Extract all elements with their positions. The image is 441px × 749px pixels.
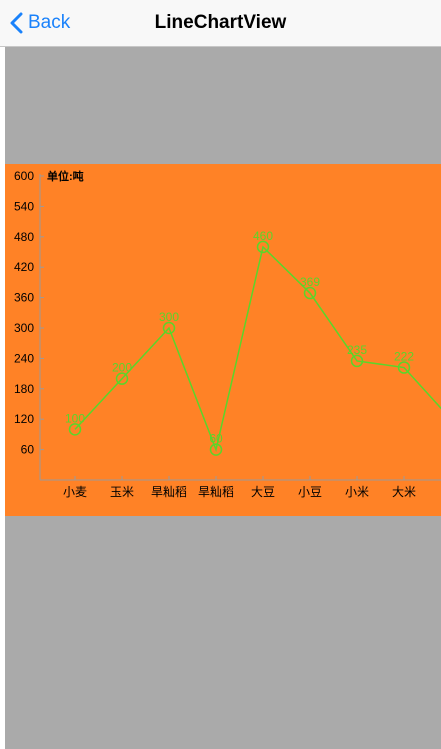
- data-label: 235: [347, 343, 367, 357]
- navigation-bar: Back LineChartView: [0, 0, 441, 47]
- x-tick-label: 玉米: [110, 485, 134, 499]
- x-tick-label: 大豆: [251, 485, 275, 499]
- y-tick-label: 240: [14, 351, 34, 365]
- line-chart-view: 单位:吨 60 120 180 240 300 360 420 480 540 600 小麦 玉米 旱…: [5, 164, 441, 516]
- y-tick-label: 480: [14, 230, 34, 244]
- series-line: [74, 245, 441, 453]
- data-label: 60: [209, 432, 223, 446]
- y-tick-label: 360: [14, 291, 34, 305]
- unit-label: 单位:吨: [47, 169, 84, 183]
- x-tick-label: 小米: [345, 485, 369, 499]
- data-label: 369: [300, 275, 320, 289]
- line-chart: 单位:吨 60 120 180 240 300 360 420 480 540 600 小麦 玉米 旱…: [14, 169, 441, 499]
- data-point-group: [68, 240, 411, 456]
- page-title: LineChartView: [154, 12, 287, 33]
- data-label: 460: [253, 229, 273, 243]
- y-tick-label: 60: [21, 443, 35, 457]
- x-tick-label: 旱籼稻: [151, 485, 187, 499]
- y-tick-label: 180: [14, 382, 34, 396]
- data-label-group: 100 200 300 60 460 369 235 222: [65, 229, 414, 446]
- y-tick-label: 540: [14, 199, 34, 213]
- data-label: 200: [112, 361, 132, 375]
- data-label: 300: [159, 310, 179, 324]
- x-tick-label: 旱籼稻: [198, 485, 234, 499]
- y-tick-group: 60 120 180 240 300 360 420 480 540 600: [14, 169, 44, 457]
- x-tick-label: 小麦: [63, 485, 87, 499]
- data-label: 100: [65, 411, 85, 425]
- y-tick-label: 300: [14, 321, 34, 335]
- y-tick-label: 600: [14, 169, 34, 183]
- x-tick-group: 小麦玉米旱籼稻旱籼稻大豆小豆小米大米豆: [63, 476, 416, 499]
- y-tick-label: 420: [14, 260, 34, 274]
- x-tick-label: 大米: [392, 485, 416, 499]
- y-tick-label: 120: [14, 412, 34, 426]
- data-label: 222: [394, 350, 414, 364]
- x-tick-label: 小豆: [298, 485, 322, 499]
